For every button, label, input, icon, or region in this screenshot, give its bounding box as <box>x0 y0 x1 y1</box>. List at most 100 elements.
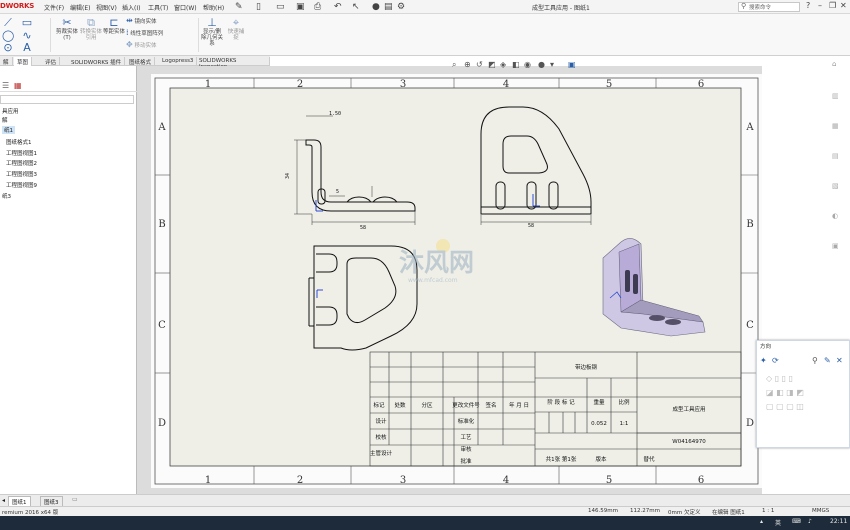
menu-edit[interactable]: 编辑(E) <box>70 3 90 12</box>
tree-item-view2[interactable]: 工程图视图2 <box>6 159 37 167</box>
zone-row-b: B <box>158 219 165 230</box>
keyboard-icon[interactable]: ⌨ <box>792 518 801 525</box>
display-relations-button[interactable]: ⊥ 显示/删除几何关系 <box>201 16 223 47</box>
point-tool-icon[interactable]: ⊙ <box>2 41 14 54</box>
options-icon[interactable]: ⚙ <box>397 2 405 12</box>
close-button[interactable]: ✕ <box>840 1 847 10</box>
status-scale[interactable]: 1 : 1 <box>762 508 774 514</box>
orientation-view-icon[interactable]: ⟳ <box>772 356 779 365</box>
select-icon[interactable]: ↖ <box>352 2 360 12</box>
file-explorer-icon[interactable]: ▤ <box>832 152 839 160</box>
zone-col-2-bottom: 2 <box>297 475 303 486</box>
section-view-icon[interactable]: ◩ <box>488 60 496 69</box>
convert-entities-button[interactable]: ⧉ 转换实体引用 <box>80 16 102 41</box>
file-props-icon[interactable]: ▤ <box>384 2 393 12</box>
linear-pattern-button[interactable]: ⁞ 线性草图阵列 <box>126 29 196 38</box>
status-bar: remium 2016 x64 版 146.59mm 112.27mm 0mm … <box>0 506 850 516</box>
save-icon[interactable]: ▣ <box>296 2 305 12</box>
tab-annotation[interactable]: 解 <box>0 57 13 66</box>
offset-icon: ⊏ <box>109 16 119 29</box>
tree-icon[interactable]: ☰ <box>2 81 9 90</box>
search-input[interactable]: 搜索命令 <box>738 2 800 12</box>
quick-snaps-label: 快速捕捉 <box>227 29 245 41</box>
add-sheet-icon[interactable]: ▭ <box>72 496 78 503</box>
quick-snaps-button[interactable]: ⌖ 快速捕捉 <box>226 16 246 41</box>
move-entities-button[interactable]: ✥ 移动实体 <box>126 41 196 50</box>
tab-logopress[interactable]: Logopress3 <box>159 57 198 66</box>
menu-window[interactable]: 窗口(W) <box>174 3 197 12</box>
zoom-fit-icon[interactable]: ⌕ <box>452 60 456 70</box>
status-units[interactable]: MMGS <box>812 508 829 514</box>
custom-props-icon[interactable]: ▣ <box>832 242 839 250</box>
tree-item-view9[interactable]: 工程图视图9 <box>6 181 37 189</box>
hide-show-icon[interactable]: ◉ <box>524 60 531 69</box>
new-doc-icon[interactable]: ▯ <box>256 2 261 12</box>
text-tool-icon[interactable]: A <box>20 41 34 54</box>
home-icon[interactable]: ⌂ <box>832 60 836 68</box>
view-orientation-icon[interactable]: ◈ <box>500 60 506 69</box>
orientation-cube-icons[interactable]: ◇ ▯ ▯ ▯ ◪ ◧ ◨ ◩ ▢ ▢ ▢ ◫ <box>766 372 804 414</box>
menu-file[interactable]: 文件(F) <box>44 3 64 12</box>
view-palette-icon[interactable]: ▧ <box>832 182 839 190</box>
property-icon[interactable]: ▦ <box>14 81 22 90</box>
menu-view[interactable]: 视图(V) <box>96 3 117 12</box>
tree-filter-input[interactable] <box>0 95 134 104</box>
orientation-pin-icon[interactable]: ✦ <box>760 356 767 365</box>
zone-col-1: 1 <box>205 79 211 90</box>
tb-row-check: 校核 <box>375 433 387 441</box>
orientation-close-icon[interactable]: ✕ <box>836 356 843 365</box>
print-icon[interactable]: ⎙ <box>314 2 321 12</box>
menu-help[interactable]: 帮助(H) <box>203 3 224 12</box>
minimize-button[interactable]: – <box>818 1 822 10</box>
rectangle-tool-icon[interactable]: ▭ <box>20 16 34 29</box>
tab-evaluate[interactable]: 评估 <box>42 57 61 66</box>
trim-entities-button[interactable]: ✂ 剪裁实体(T) <box>54 16 80 41</box>
orientation-update-icon[interactable]: ✎ <box>824 356 831 365</box>
display-style-icon[interactable]: ◧ <box>512 60 520 69</box>
feature-manager-panel <box>0 66 137 494</box>
input-language[interactable]: 英 <box>775 518 781 527</box>
tab-inspection[interactable]: SOLIDWORKS Inspection <box>196 57 270 70</box>
previous-view-icon[interactable]: ↺ <box>476 60 483 69</box>
appearance-icon[interactable]: ● <box>538 60 545 69</box>
view-settings-icon[interactable]: ▾ <box>550 60 554 69</box>
tray-icon[interactable]: ▴ <box>760 518 763 525</box>
tree-item-sheet1[interactable]: 纸1 <box>2 126 15 134</box>
zoom-area-icon[interactable]: ⊕ <box>464 60 471 69</box>
design-library-icon[interactable]: ▦ <box>832 122 839 130</box>
tree-item-view3[interactable]: 工程图视图3 <box>6 170 37 178</box>
tree-item-sheet3[interactable]: 纸3 <box>2 192 11 200</box>
tree-item-annotations[interactable]: 解 <box>2 116 8 124</box>
tab-sketch[interactable]: 草图 <box>14 57 33 66</box>
trim-entities-label: 剪裁实体(T) <box>55 29 78 41</box>
appearances-icon[interactable]: ◐ <box>832 212 838 220</box>
tb-scale: 比例 <box>618 398 630 406</box>
line-tool-icon[interactable]: ⟋ <box>2 16 14 29</box>
tab-addins[interactable]: SOLIDWORKS 插件 <box>68 57 126 66</box>
open-icon[interactable]: ▭ <box>276 2 285 12</box>
resources-icon[interactable]: ▥ <box>832 92 839 100</box>
monitor-icon[interactable]: ▣ <box>568 60 576 69</box>
offset-entities-button[interactable]: ⊏ 等距实体 <box>103 16 125 35</box>
nav-first-icon[interactable]: ◂ <box>2 497 5 504</box>
tab-sheet-format[interactable]: 图纸格式 <box>126 57 156 66</box>
orientation-search-icon[interactable]: ⚲ <box>812 356 818 365</box>
tree-item-view1[interactable]: 工程图视图1 <box>6 149 37 157</box>
tree-item-sheet-format[interactable]: 图纸格式1 <box>6 138 32 146</box>
pin-icon[interactable]: ✎ <box>235 2 243 12</box>
mirror-entities-button[interactable]: ⇹ 镜向实体 <box>126 17 196 26</box>
convert-icon: ⧉ <box>87 16 95 29</box>
menu-insert[interactable]: 插入(I) <box>122 3 140 12</box>
tree-item-root[interactable]: 具应用 <box>2 107 19 115</box>
relations-icon: ⊥ <box>207 16 217 29</box>
menu-tools[interactable]: 工具(T) <box>148 3 168 12</box>
watermark-text: 沐风网 <box>399 248 474 277</box>
restore-button[interactable]: ❐ <box>829 1 836 10</box>
volume-icon[interactable]: ♪ <box>808 518 812 525</box>
status-editing: 在编辑 图纸1 <box>712 510 745 516</box>
rebuild-icon[interactable]: ● <box>372 2 380 12</box>
drawing-sheet[interactable]: 1 2 3 4 5 6 1 2 3 4 5 6 A B C D A B C D … <box>151 74 762 488</box>
help-icon[interactable]: ? <box>806 1 810 10</box>
undo-icon[interactable]: ↶ <box>334 2 342 12</box>
zone-col-4: 4 <box>503 79 509 90</box>
